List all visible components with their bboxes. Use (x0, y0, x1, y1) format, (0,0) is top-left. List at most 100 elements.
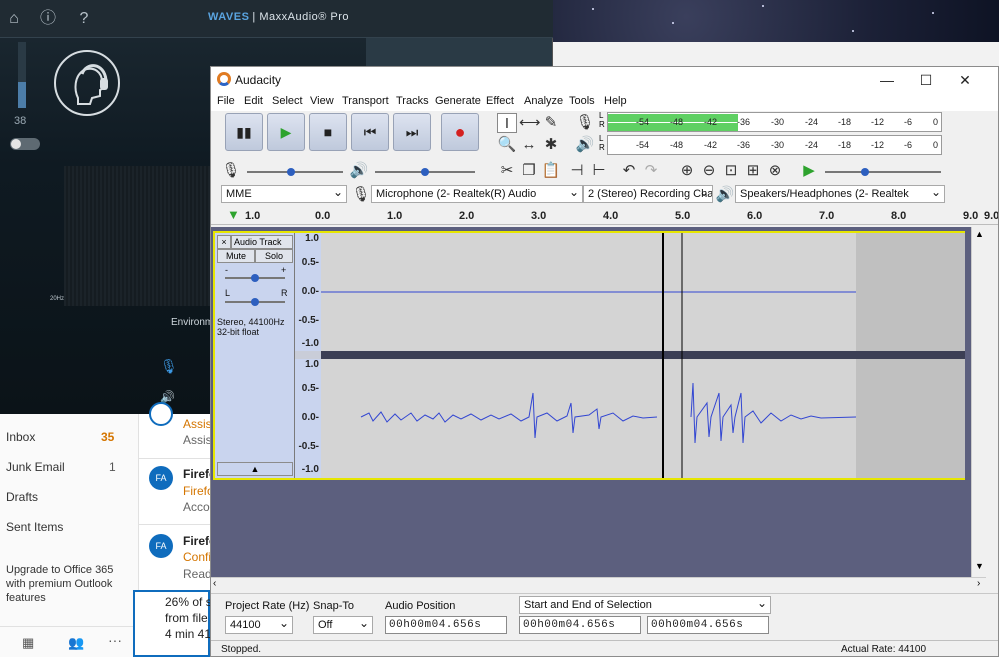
menu-generate[interactable]: Generate (435, 95, 481, 107)
multi-tool-icon[interactable]: ✱ (541, 135, 561, 155)
stop-button[interactable]: ■ (309, 113, 347, 151)
calendar-icon[interactable]: ▦ (22, 635, 34, 651)
selection-tool-icon[interactable]: I (497, 113, 517, 133)
ruler-tick: 1.0 (387, 210, 403, 222)
play-meter-icon[interactable]: 🔊 (575, 135, 595, 155)
snap-to-select[interactable]: Off (313, 616, 373, 634)
minimize-button[interactable]: — (874, 70, 900, 90)
zoom-in-icon[interactable]: ⊕ (677, 161, 697, 181)
menu-view[interactable]: View (310, 95, 334, 107)
draw-tool-icon[interactable]: ✎ (541, 113, 561, 133)
info-icon[interactable]: ⓘ (38, 9, 58, 29)
mute-button[interactable]: Mute (217, 249, 255, 263)
status-text: Stopped. (221, 644, 262, 655)
gain-slider[interactable] (225, 274, 285, 282)
timeline-ruler[interactable]: ▼ 1.0 0.0 1.0 2.0 3.0 4.0 5.0 6.0 7.0 8.… (211, 207, 998, 225)
menu-effect[interactable]: Effect (486, 95, 514, 107)
solo-button[interactable]: Solo (255, 249, 293, 263)
mic-volume-icon: 🎙 (221, 162, 241, 179)
zoom-tool-icon[interactable]: 🔍 (497, 135, 517, 155)
y-label: 0.5- (301, 257, 319, 268)
folder-drafts[interactable]: Drafts (6, 490, 38, 504)
record-meter-icon[interactable]: 🎙 (575, 113, 595, 133)
undo-icon[interactable]: ↶ (619, 161, 639, 181)
audio-position-field[interactable]: 00h00m04.656s (385, 616, 507, 634)
skip-end-button[interactable]: ⏭ (393, 113, 431, 151)
record-button[interactable]: ● (441, 113, 479, 151)
meter-tick: -36 (737, 140, 751, 150)
channels-select[interactable]: 2 (Stereo) Recording Chan (583, 185, 713, 203)
menu-tracks[interactable]: Tracks (396, 95, 429, 107)
envelope-tool-icon[interactable]: ⟷ (519, 113, 541, 133)
pan-right-label: R (281, 288, 288, 298)
fit-project-icon[interactable]: ⊞ (743, 161, 763, 181)
desktop-background (552, 0, 999, 42)
play-head-icon[interactable]: ▼ (227, 207, 240, 222)
folder-junk[interactable]: Junk Email (6, 460, 65, 474)
help-icon[interactable]: ? (74, 9, 94, 29)
more-icon[interactable]: ··· (108, 632, 122, 648)
waveform-display[interactable] (321, 233, 965, 478)
project-rate-select[interactable]: 44100 (225, 616, 293, 634)
fit-selection-icon[interactable]: ⊡ (721, 161, 741, 181)
playback-meter[interactable]: -54 -48 -42 -36 -30 -24 -18 -12 -6 0 (607, 135, 942, 155)
pause-button[interactable]: ▮▮ (225, 113, 263, 151)
play-at-speed-icon[interactable]: ▶ (799, 161, 819, 181)
close-button[interactable]: ✕ (952, 70, 978, 90)
y-label: 1.0 (305, 359, 319, 370)
microphone-icon[interactable]: 🎙 (160, 358, 178, 375)
audio-host-select[interactable]: MME (221, 185, 347, 203)
cut-icon[interactable]: ✂ (497, 161, 517, 181)
selection-start-field[interactable]: 00h00m04.656s (519, 616, 641, 634)
folder-sent[interactable]: Sent Items (6, 520, 63, 534)
upgrade-link[interactable]: Upgrade to Office 365 with premium Outlo… (6, 563, 116, 605)
home-icon[interactable]: ⌂ (4, 9, 24, 29)
audio-track[interactable]: × Audio Track Mute Solo - + L R Stereo, … (213, 231, 965, 480)
pan-slider[interactable] (225, 298, 285, 306)
maximize-button[interactable]: ☐ (913, 70, 939, 90)
meter-tick: -42 (704, 117, 718, 127)
volume-value: 38 (14, 115, 27, 127)
silence-icon[interactable]: ⊢ (589, 161, 609, 181)
play-speed-slider[interactable] (825, 168, 941, 176)
folder-inbox[interactable]: Inbox (6, 430, 35, 444)
playback-volume-slider[interactable] (375, 168, 475, 176)
waves-toggle[interactable] (10, 138, 40, 150)
zoom-toggle-icon[interactable]: ⊗ (765, 161, 785, 181)
timeshift-tool-icon[interactable]: ↔ (519, 135, 539, 155)
menu-analyze[interactable]: Analyze (524, 95, 563, 107)
paste-icon[interactable]: 📋 (541, 161, 561, 181)
selection-end-field[interactable]: 00h00m04.656s (647, 616, 769, 634)
collapse-track-button[interactable]: ▲ (217, 462, 293, 476)
track-close-button[interactable]: × (217, 235, 231, 249)
menu-transport[interactable]: Transport (342, 95, 389, 107)
people-icon[interactable]: 👥 (68, 635, 84, 651)
selection-toolbar: Project Rate (Hz) 44100 Snap-To Off Audi… (211, 593, 998, 639)
playback-device-select[interactable]: Speakers/Headphones (2- Realtek (735, 185, 945, 203)
menu-edit[interactable]: Edit (244, 95, 263, 107)
recording-device-select[interactable]: Microphone (2- Realtek(R) Audio (371, 185, 583, 203)
menu-select[interactable]: Select (272, 95, 303, 107)
skip-start-button[interactable]: ⏮ (351, 113, 389, 151)
track-area[interactable]: × Audio Track Mute Solo - + L R Stereo, … (211, 227, 971, 577)
meter-tick: -30 (771, 117, 785, 127)
volume-slider[interactable] (18, 42, 26, 108)
zoom-out-icon[interactable]: ⊖ (699, 161, 719, 181)
recording-volume-slider[interactable] (247, 168, 343, 176)
play-button[interactable]: ▶ (267, 113, 305, 151)
selection-mode-select[interactable]: Start and End of Selection (519, 596, 771, 614)
menu-help[interactable]: Help (604, 95, 627, 107)
menu-tools[interactable]: Tools (569, 95, 595, 107)
avatar: FA (149, 534, 173, 558)
track-name-menu[interactable]: Audio Track (231, 235, 293, 249)
project-rate-label: Project Rate (Hz) (225, 600, 310, 612)
redo-icon[interactable]: ↷ (641, 161, 661, 181)
vertical-scrollbar[interactable]: ▲ ▼ (971, 227, 986, 577)
recording-meter[interactable]: -54 -48 -42 -36 -30 -24 -18 -12 -6 0 (607, 112, 942, 132)
horizontal-scrollbar[interactable]: ‹ › (211, 577, 986, 591)
trim-icon[interactable]: ⊣ (567, 161, 587, 181)
menu-file[interactable]: File (217, 95, 235, 107)
y-label: -1.0 (301, 464, 319, 475)
headphones-profile-icon[interactable] (54, 50, 120, 116)
copy-icon[interactable]: ❐ (519, 161, 539, 181)
